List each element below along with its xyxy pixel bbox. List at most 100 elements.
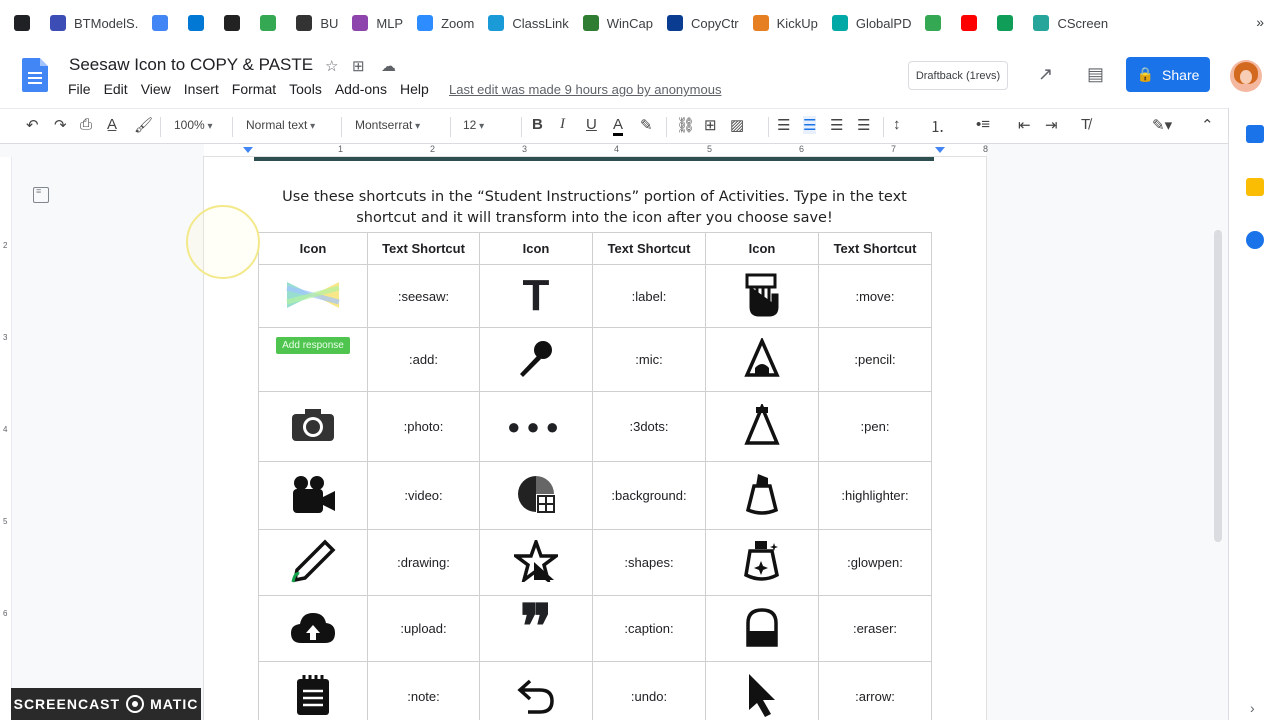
insert-image-icon[interactable]: ▨ — [730, 116, 744, 134]
bookmark-item[interactable] — [152, 8, 174, 38]
menu-help[interactable]: Help — [400, 81, 429, 97]
ruler-number: 2 — [430, 144, 436, 154]
cloud-status-icon[interactable]: ☁ — [381, 57, 396, 75]
bookmark-item[interactable] — [925, 8, 947, 38]
text-color-icon[interactable]: A — [613, 116, 624, 136]
increase-indent-icon[interactable]: ⇥ — [1045, 116, 1058, 134]
keep-icon[interactable] — [1246, 178, 1264, 196]
decrease-indent-icon[interactable]: ⇤ — [1018, 116, 1031, 134]
bookmark-item[interactable]: BU — [296, 8, 338, 38]
bookmark-item[interactable] — [260, 8, 282, 38]
instructions-text: Use these shortcuts in the “Student Inst… — [282, 189, 907, 226]
bold-icon[interactable]: B — [532, 116, 543, 133]
spellcheck-icon[interactable]: A̲ — [107, 116, 117, 133]
shortcut-cell: :background: — [592, 461, 706, 530]
three-dots-icon: ●●● — [479, 391, 593, 462]
vertical-ruler[interactable]: 2 3 4 5 6 — [0, 157, 12, 720]
video-camera-icon — [258, 461, 368, 530]
editing-mode-icon[interactable]: ✎▾ — [1152, 116, 1172, 134]
bookmark-item[interactable]: BTModelS. — [50, 8, 138, 38]
highlight-icon[interactable]: ✎ — [640, 116, 653, 134]
bookmark-item[interactable] — [188, 8, 210, 38]
tasks-icon[interactable] — [1246, 231, 1264, 249]
bookmark-item[interactable]: ClassLink — [488, 8, 569, 38]
paint-format-icon[interactable]: 🖌 — [134, 116, 153, 134]
comments-icon[interactable]: ▤ — [1087, 64, 1104, 85]
numbered-list-icon[interactable]: ⒈ — [930, 116, 945, 137]
align-left-icon[interactable]: ☰ — [777, 116, 790, 134]
move-to-folder-icon[interactable]: ⊞ — [352, 57, 365, 75]
menu-view[interactable]: View — [141, 81, 171, 97]
watermark-text-right: MATIC — [150, 696, 199, 712]
left-indent-marker[interactable] — [243, 147, 253, 153]
note-pad-icon — [258, 661, 368, 720]
vruler-number: 6 — [3, 609, 8, 618]
line-spacing-icon[interactable]: ↕ — [893, 116, 901, 133]
bulleted-list-icon[interactable]: •≡ — [976, 116, 990, 133]
shortcut-cell: :pen: — [818, 391, 932, 462]
align-center-icon[interactable]: ☰ — [803, 116, 817, 134]
expand-panel-icon[interactable]: › — [1250, 700, 1260, 716]
star-icon[interactable]: ☆ — [325, 57, 338, 75]
shortcut-cell: :mic: — [592, 327, 706, 392]
bookmark-item[interactable]: CScreen — [1033, 8, 1108, 38]
share-button[interactable]: 🔒 Share — [1126, 57, 1210, 92]
style-select[interactable]: Normal text — [246, 118, 315, 132]
microphone-icon — [479, 327, 593, 392]
undo-icon[interactable]: ↶ — [26, 116, 39, 134]
font-size-select[interactable]: 12 — [463, 118, 484, 132]
bookmark-label: Zoom — [441, 15, 475, 31]
bookmark-item[interactable]: MLP — [352, 8, 403, 38]
italic-icon[interactable]: I — [560, 116, 565, 133]
underline-icon[interactable]: U — [586, 116, 597, 133]
shortcut-cell: :label: — [592, 264, 706, 328]
bookmark-item[interactable] — [14, 8, 36, 38]
vertical-scrollbar[interactable] — [1214, 230, 1222, 542]
link-icon[interactable]: ⛓ — [676, 116, 695, 134]
menu-file[interactable]: File — [68, 81, 91, 97]
table-header: Icon — [479, 232, 593, 265]
menu-addons[interactable]: Add-ons — [335, 81, 387, 97]
redo-icon[interactable]: ↷ — [54, 116, 67, 134]
bookmarks-overflow-icon[interactable]: » — [1256, 14, 1264, 30]
ruler-number: 5 — [707, 144, 713, 154]
horizontal-ruler[interactable]: 1 2 3 4 5 6 7 8 — [204, 144, 988, 157]
document-outline-icon[interactable]: ≡ — [33, 187, 49, 203]
print-icon[interactable]: ⎙ — [80, 116, 92, 133]
camera-icon — [258, 391, 368, 462]
bookmark-item[interactable]: GlobalPD — [831, 8, 911, 38]
add-comment-icon[interactable]: ⊞ — [704, 116, 717, 134]
bookmark-item[interactable] — [961, 8, 983, 38]
table-header: Text Shortcut — [818, 232, 932, 265]
menu-edit[interactable]: Edit — [104, 81, 128, 97]
menu-format[interactable]: Format — [232, 81, 276, 97]
activity-trend-icon[interactable]: ↗ — [1038, 64, 1053, 85]
bookmark-item[interactable]: Zoom — [417, 8, 474, 38]
right-indent-marker[interactable] — [935, 147, 945, 153]
bookmark-item[interactable] — [997, 8, 1019, 38]
font-select[interactable]: Montserrat — [355, 118, 420, 132]
clear-formatting-icon[interactable]: T̸ — [1081, 116, 1090, 133]
last-edit-link[interactable]: Last edit was made 9 hours ago by anonym… — [449, 82, 721, 97]
bookmark-item[interactable] — [224, 8, 246, 38]
align-right-icon[interactable]: ☰ — [830, 116, 843, 134]
bookmark-item[interactable]: CopyCtr — [666, 8, 739, 38]
avatar[interactable] — [1230, 60, 1262, 92]
doc-title[interactable]: Seesaw Icon to COPY & PASTE — [69, 55, 313, 75]
bookmark-item[interactable]: KickUp — [752, 8, 818, 38]
vruler-number: 4 — [3, 425, 8, 434]
table-header: Text Shortcut — [367, 232, 480, 265]
justify-icon[interactable]: ☰ — [857, 116, 870, 134]
menu-tools[interactable]: Tools — [289, 81, 322, 97]
zoom-select[interactable]: 100% — [174, 118, 213, 132]
bookmark-icon — [50, 15, 66, 31]
bookmark-item[interactable]: WinCap — [582, 8, 653, 38]
menu-insert[interactable]: Insert — [184, 81, 219, 97]
bu-icon — [296, 15, 313, 31]
collapse-toolbar-icon[interactable]: ⌃ — [1201, 116, 1214, 134]
table-header: Icon — [258, 232, 368, 265]
docs-logo-icon[interactable] — [22, 58, 48, 92]
draftback-button[interactable]: Draftback (1revs) — [908, 61, 1008, 90]
document-page[interactable]: Use these shortcuts in the “Student Inst… — [204, 157, 986, 720]
calendar-icon[interactable] — [1246, 125, 1264, 143]
